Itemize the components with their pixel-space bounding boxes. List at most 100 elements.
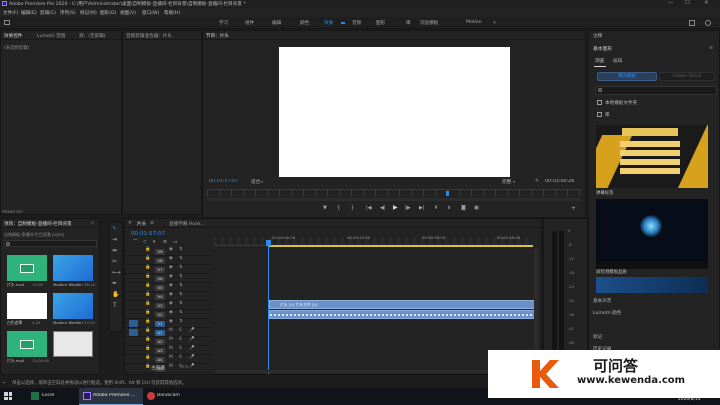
track-lock-icon[interactable]: 🔒 [145,256,150,261]
track-eye-icon[interactable]: ◉ [169,319,173,324]
track-target-toggle[interactable] [129,338,138,345]
tab-project[interactable]: 项目：自制模板-直播间-栏目背景 [4,221,86,227]
work-area-bar[interactable] [269,245,533,247]
tab-browse[interactable]: 浏览 [595,58,604,64]
search-help-icon[interactable] [705,20,711,26]
track-voiceover-icon[interactable]: 🎤 [189,364,194,369]
track-header[interactable]: 🔒 V6 ◉ ⇅ [125,274,211,283]
menu-window[interactable]: 窗口(W) [142,10,159,16]
go-to-out-icon[interactable]: ▶| [419,206,425,211]
track-sync-icon[interactable]: ⇅ [179,283,183,288]
track-target-toggle[interactable] [129,311,138,318]
extract-icon[interactable]: ⇟ [447,206,451,211]
track-mute-icon[interactable]: M [169,337,173,342]
menu-sequence[interactable]: 序列(S) [60,10,76,16]
track-lock-icon[interactable]: 🔒 [145,328,150,333]
track-voiceover-icon[interactable]: 🎤 [189,355,194,360]
track-target-toggle[interactable] [129,266,138,273]
minimize-button[interactable]: — [668,0,674,6]
template-thumbnail-2[interactable] [596,199,708,261]
step-back-icon[interactable]: ◀| [380,206,386,211]
tab-program[interactable]: 节目：片头 [206,33,229,39]
track-solo-icon[interactable]: S [179,355,182,360]
go-to-in-icon[interactable]: |◀ [366,206,372,211]
button-editor-plus-icon[interactable]: + [571,206,576,212]
mark-out-icon[interactable]: } [351,206,354,211]
track-select-tool-icon[interactable]: ⇥ [112,237,117,243]
track-sync-icon[interactable]: ⇅ [179,292,183,297]
track-solo-icon[interactable]: S [179,346,182,351]
track-lock-icon[interactable]: 🔒 [145,337,150,342]
lumetri-color-title[interactable]: Lumetri 颜色 [593,310,621,316]
taskbar-app-excel[interactable]: Excel [42,393,54,398]
menu-edit[interactable]: 编辑(E) [21,10,37,16]
track-sync-icon[interactable]: ⇅ [179,256,183,261]
track-header[interactable]: 🔒 V1 ◉ ⇅ [125,319,211,328]
project-item-thumb-4[interactable] [53,293,93,319]
workspace-graphics[interactable]: 图形 [376,20,385,26]
track-eye-icon[interactable]: ◉ [169,310,173,315]
track-header[interactable]: 🔒 A2 M S 🎤 [125,337,211,346]
menu-file[interactable]: 文件(F) [3,10,18,16]
maximize-button[interactable]: ☐ [685,0,690,6]
track-target-toggle[interactable] [129,347,138,354]
workspace-browse-templates[interactable]: 浏览模板 [420,20,438,26]
workspace-libraries[interactable]: 库 [406,20,411,26]
local-templates-checkbox[interactable] [597,100,602,105]
timeline-close-icon[interactable]: ✕ [128,221,132,226]
workspace-audio[interactable]: 音频 [352,20,361,26]
track-target-toggle[interactable] [129,365,138,372]
menu-marker[interactable]: 标记(M) [80,10,97,16]
project-search-input[interactable] [4,240,97,247]
track-lock-icon[interactable]: 🔒 [145,310,150,315]
track-eye-icon[interactable]: ◉ [169,274,173,279]
track-lock-icon[interactable]: 🔒 [145,319,150,324]
play-icon[interactable]: ▶ [393,205,398,211]
track-target-toggle[interactable] [129,257,138,264]
track-mute-icon[interactable]: M [169,328,173,333]
track-target-toggle[interactable] [129,275,138,282]
template-thumbnail-3[interactable] [596,261,708,269]
close-button[interactable]: ✕ [704,0,709,6]
program-timecode[interactable]: 00:01:57:07 [209,179,238,184]
track-eye-icon[interactable]: ◉ [169,292,173,297]
track-sync-icon[interactable]: ⇅ [179,319,183,324]
taskbar-app-bandicam[interactable]: Bandicam [157,393,180,398]
track-header[interactable]: 🔒 V9 ◉ ⇅ [125,247,211,256]
export-frame-icon[interactable]: ◙ [461,206,466,211]
track-header[interactable]: 🔒 A4 M S 🎤 [125,355,211,364]
menu-graphics[interactable]: 图形(G) [100,10,116,16]
tab-sequence-main[interactable]: 片头 [137,221,146,227]
program-fit-select[interactable]: 适合 [251,179,260,185]
wrench-icon[interactable]: ✎ [535,178,539,184]
quality-chevron-icon[interactable]: ▾ [513,179,515,184]
type-tool-icon[interactable]: T [113,303,117,309]
track-mute-icon[interactable]: M [169,364,173,369]
template-thumbnail-1[interactable] [596,125,708,188]
add-marker-icon[interactable]: ▼ [323,206,327,211]
track-lock-icon[interactable]: 🔒 [145,247,150,252]
track-header[interactable]: 🔒 V5 ◉ ⇅ [125,283,211,292]
slip-tool-icon[interactable]: ⟷ [112,270,121,276]
timeline-vertical-scrollbar[interactable] [534,249,538,364]
tab-effect-controls[interactable]: 效果控件 [4,33,22,39]
captions-icon[interactable]: ▭ [173,240,177,246]
razor-tool-icon[interactable]: ✂ [112,259,117,265]
program-quality-select[interactable]: 完整 [502,179,511,185]
track-lock-icon[interactable]: 🔒 [145,355,150,360]
start-button[interactable] [4,392,12,400]
template-thumbnail-4[interactable] [596,277,708,293]
timeline-clip-audio[interactable] [269,310,536,319]
track-lock-icon[interactable]: 🔒 [145,274,150,279]
track-header[interactable]: 🔒 V8 ◉ ⇅ [125,256,211,265]
tab-source[interactable]: 源：(无剪辑) [79,33,106,39]
master-track-value[interactable]: 0.0 [181,365,188,370]
step-forward-icon[interactable]: |▶ [405,206,411,211]
menu-clip[interactable]: 剪辑(C) [40,10,56,16]
project-item-thumb-2[interactable] [53,255,93,281]
project-item-thumb-6[interactable] [53,331,93,357]
tab-lumetri-scopes[interactable]: Lumetri 范围 [37,33,65,39]
track-header[interactable]: 🔒 V2 ◉ ⇅ [125,310,211,319]
add-marker-timeline-icon[interactable]: ▾ [153,240,155,246]
pen-tool-icon[interactable]: ✒ [112,281,117,287]
